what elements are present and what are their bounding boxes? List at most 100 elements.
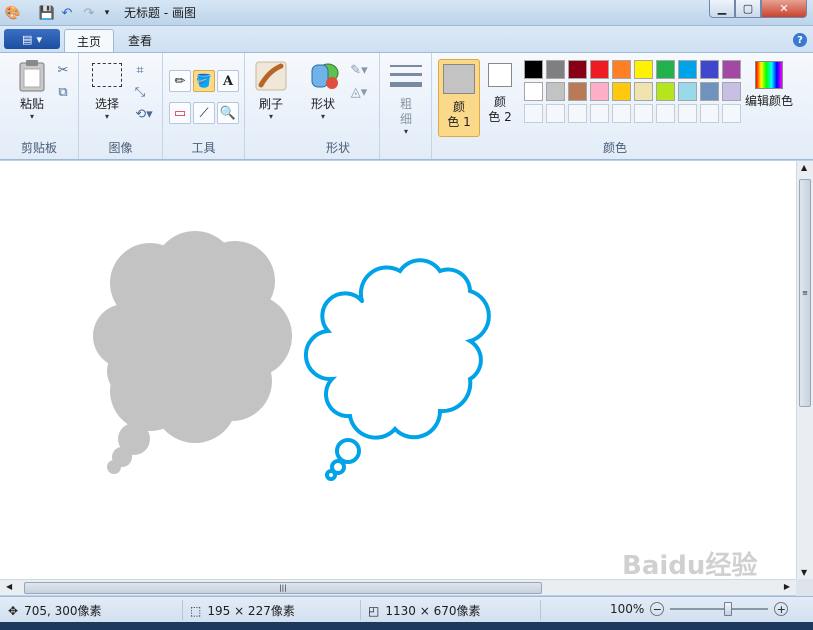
close-button[interactable]: ✕: [761, 0, 807, 18]
color-swatch[interactable]: [524, 82, 543, 101]
maximize-button[interactable]: ▢: [735, 0, 761, 18]
color-swatch[interactable]: [546, 60, 565, 79]
image-group-label: 图像: [108, 141, 133, 155]
color2-label-line1: 颜: [493, 95, 506, 109]
paint-app-icon[interactable]: 🎨: [4, 4, 22, 22]
blue-thought-bubble[interactable]: [303, 258, 491, 481]
chevron-down-icon: ▾: [36, 32, 42, 46]
color-picker-icon[interactable]: ⟋: [193, 102, 215, 124]
color-swatch[interactable]: [722, 60, 741, 79]
tab-view[interactable]: 查看: [116, 29, 164, 52]
color1-button[interactable]: 颜 色 1: [438, 59, 480, 137]
select-label: 选择: [94, 97, 119, 111]
outline-icon[interactable]: ✎▾: [345, 61, 373, 79]
rotate-icon[interactable]: ⟲▾: [131, 105, 157, 123]
scroll-right-icon[interactable]: ▶: [784, 582, 790, 591]
brushes-button[interactable]: 刷子 ▾: [253, 61, 289, 122]
color1-swatch: [443, 64, 475, 94]
line-size-icon: [390, 65, 422, 87]
color-swatch[interactable]: [700, 60, 719, 79]
color-swatch[interactable]: [722, 82, 741, 101]
magnifier-icon[interactable]: 🔍: [217, 102, 239, 124]
custom-color-slot[interactable]: [546, 104, 565, 123]
custom-color-slot[interactable]: [612, 104, 631, 123]
color-swatch[interactable]: [590, 60, 609, 79]
zoom-slider-thumb[interactable]: [724, 602, 733, 616]
brushes-label: 刷子: [258, 97, 283, 111]
zoom-out-icon[interactable]: −: [650, 602, 665, 616]
color-swatch[interactable]: [678, 82, 697, 101]
color-swatch[interactable]: [524, 60, 543, 79]
color-swatch[interactable]: [678, 60, 697, 79]
custom-color-slot[interactable]: [568, 104, 587, 123]
size-label-line2: 细: [399, 112, 412, 126]
image-size: ◰ 1130 × 670像素: [368, 602, 480, 619]
color-swatch[interactable]: [546, 82, 565, 101]
zoom-in-icon[interactable]: +: [774, 602, 789, 616]
color-swatch[interactable]: [634, 82, 653, 101]
color-swatch[interactable]: [634, 60, 653, 79]
color-swatch[interactable]: [590, 82, 609, 101]
taskbar-edge: [0, 622, 813, 630]
custom-color-slot[interactable]: [524, 104, 543, 123]
scroll-up-icon[interactable]: ▲: [801, 163, 807, 172]
color2-button[interactable]: 颜 色 2: [484, 63, 516, 125]
color-swatch[interactable]: [568, 82, 587, 101]
minimize-button[interactable]: ▁: [709, 0, 735, 18]
app-menu-button[interactable]: ▤ ▾: [4, 29, 60, 49]
custom-color-slot[interactable]: [722, 104, 741, 123]
app-menu-icon: ▤: [22, 32, 33, 46]
custom-color-slot[interactable]: [700, 104, 719, 123]
custom-color-slot[interactable]: [678, 104, 697, 123]
edit-colors-button[interactable]: 编辑颜色: [742, 61, 796, 109]
scroll-down-icon[interactable]: ▼: [801, 568, 807, 577]
selection-size-text: 195 × 227像素: [207, 604, 295, 618]
size-button[interactable]: 粗 细 ▾: [388, 63, 424, 137]
eraser-icon[interactable]: ▭: [169, 102, 191, 124]
horizontal-scroll-thumb[interactable]: |||: [24, 582, 542, 594]
color-swatch[interactable]: [612, 82, 631, 101]
shapes-icon: [311, 63, 339, 89]
text-tool-icon[interactable]: A: [217, 70, 239, 92]
color-swatch[interactable]: [568, 60, 587, 79]
customize-quick-access-icon[interactable]: ▾: [100, 4, 114, 22]
selection-size-icon: ⬚: [190, 603, 202, 618]
clipboard-icon: [19, 60, 45, 92]
cut-icon[interactable]: ✂: [54, 61, 72, 79]
redo-icon[interactable]: ↷: [80, 4, 98, 22]
custom-color-slot[interactable]: [634, 104, 653, 123]
help-icon[interactable]: ?: [793, 33, 807, 47]
custom-color-slot[interactable]: [590, 104, 609, 123]
select-button[interactable]: 选择 ▾: [87, 63, 127, 122]
pencil-icon[interactable]: ✏: [169, 70, 191, 92]
shapes-button[interactable]: 形状 ▾: [303, 61, 343, 122]
color-swatch[interactable]: [656, 82, 675, 101]
chevron-down-icon: ▾: [29, 112, 34, 121]
crop-icon[interactable]: ⌗: [131, 61, 149, 79]
paste-button[interactable]: 粘贴 ▾: [12, 59, 52, 122]
copy-icon[interactable]: ⧉: [54, 83, 72, 101]
zoom-slider[interactable]: [670, 602, 769, 616]
fill-bucket-icon[interactable]: 🪣: [193, 70, 215, 92]
color-swatch[interactable]: [656, 60, 675, 79]
drawing-canvas[interactable]: [0, 161, 796, 579]
vertical-scroll-thumb[interactable]: ≡: [799, 179, 811, 407]
fill-icon[interactable]: ◬▾: [345, 83, 373, 101]
maximize-icon: ▢: [742, 2, 754, 15]
resize-icon[interactable]: ⤡: [131, 83, 149, 101]
tools-group-label: 工具: [191, 141, 216, 155]
undo-icon[interactable]: ↶: [58, 4, 76, 22]
custom-color-slot[interactable]: [656, 104, 675, 123]
size-group: 粗 细 ▾: [380, 53, 432, 159]
zoom-control: 100% − +: [610, 602, 789, 616]
save-icon[interactable]: 💾: [38, 4, 56, 22]
color-swatch[interactable]: [700, 82, 719, 101]
colors-group: 颜 色 1 颜 色 2 编辑颜色 颜色: [432, 53, 798, 159]
color-swatch[interactable]: [612, 60, 631, 79]
chevron-down-icon: ▾: [403, 127, 408, 136]
gray-thought-bubble[interactable]: [93, 231, 292, 474]
scroll-left-icon[interactable]: ◀: [6, 582, 12, 591]
tab-home[interactable]: 主页: [64, 29, 115, 52]
shapes-label: 形状: [310, 97, 335, 111]
vertical-scrollbar[interactable]: ▲ ≡ ▼: [796, 161, 813, 579]
